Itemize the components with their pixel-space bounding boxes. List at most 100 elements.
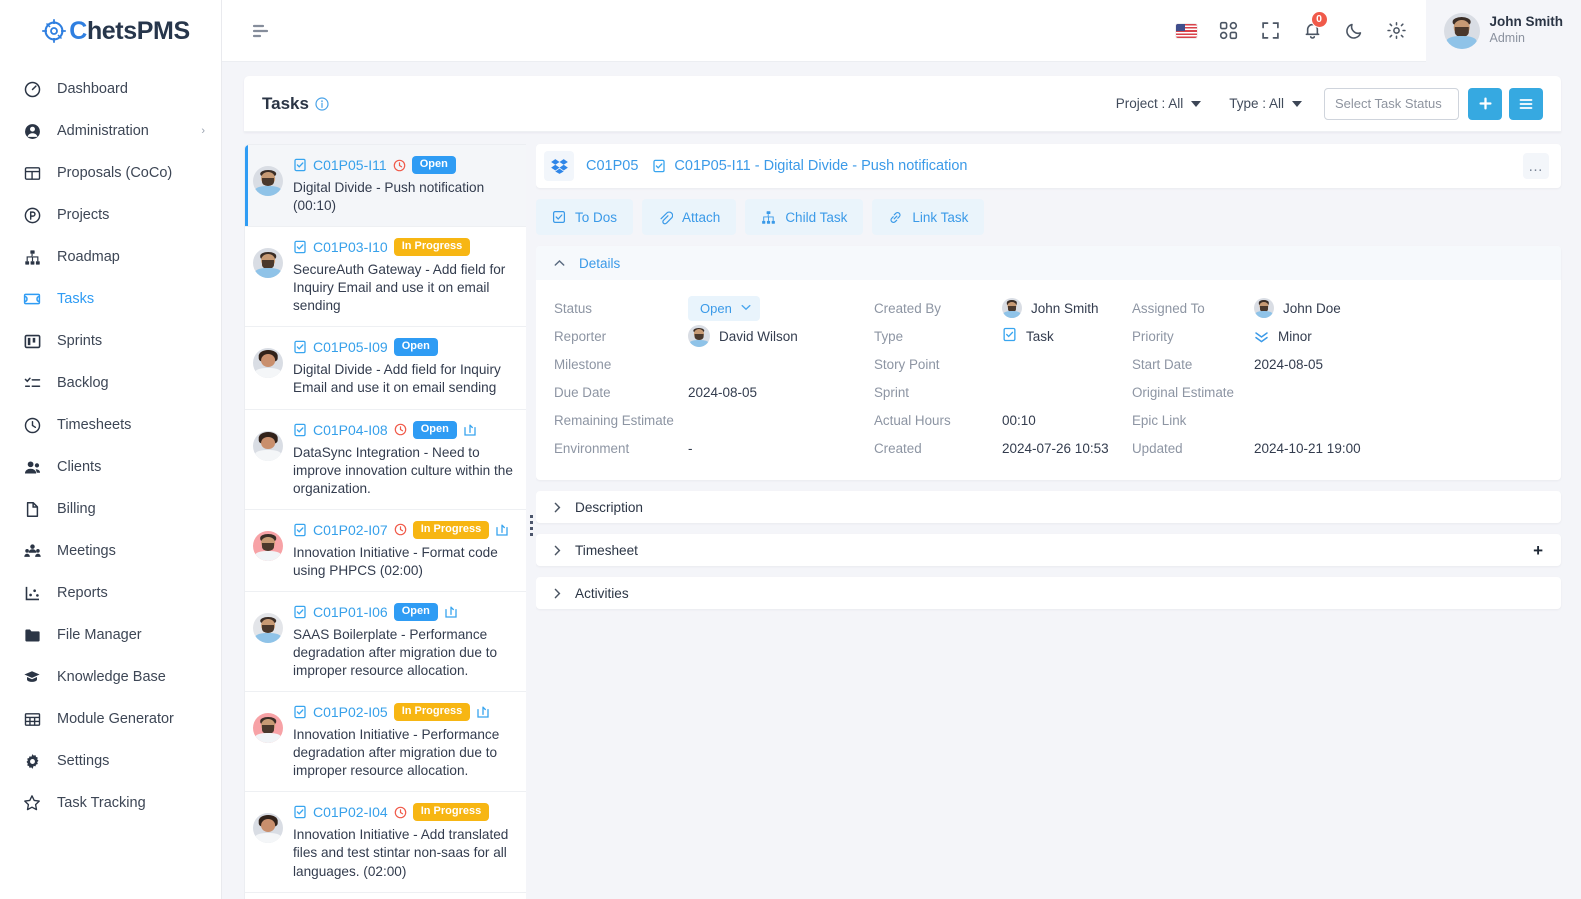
- sidebar-item-clients[interactable]: Clients: [0, 446, 221, 488]
- upload-icon[interactable]: [463, 423, 477, 437]
- sidebar-item-knowledge-base[interactable]: Knowledge Base: [0, 656, 221, 698]
- apps-grid-icon[interactable]: [1208, 9, 1250, 53]
- chevron-down-icon: [1292, 100, 1302, 107]
- sidebar-item-settings[interactable]: Settings: [0, 740, 221, 782]
- task-list-item[interactable]: C01P02-I07 In Progress Innovation Initia…: [245, 510, 526, 592]
- task-detail-title[interactable]: C01P05-I11 - Digital Divide - Push notif…: [674, 158, 967, 174]
- field-label: Sprint: [874, 384, 909, 400]
- add-timesheet-button[interactable]: +: [1533, 542, 1543, 559]
- task-key[interactable]: C01P05-I11: [313, 158, 387, 172]
- priority-minor-icon: [1254, 330, 1269, 343]
- status-dropdown[interactable]: Open: [688, 295, 760, 321]
- tab-child-task[interactable]: Child Task: [745, 199, 864, 235]
- language-selector[interactable]: [1166, 9, 1208, 53]
- task-title: Innovation Initiative - Performance degr…: [293, 727, 500, 779]
- sidebar-item-file-manager[interactable]: File Manager: [0, 614, 221, 656]
- filter-type[interactable]: Type : All: [1215, 87, 1316, 121]
- tab-link-task[interactable]: Link Task: [872, 199, 985, 235]
- fullscreen-icon[interactable]: [1250, 9, 1292, 53]
- upload-icon[interactable]: [444, 605, 458, 619]
- task-list-item[interactable]: C01P02-I04 In Progress Innovation Initia…: [245, 792, 526, 893]
- more-options-button[interactable]: …: [1523, 153, 1549, 179]
- sidebar-item-tasks[interactable]: Tasks: [0, 278, 221, 320]
- task-list-item[interactable]: C01P05-I11 Open Digital Divide - Push no…: [245, 145, 526, 228]
- sidebar-item-module-generator[interactable]: Module Generator: [0, 698, 221, 740]
- task-key[interactable]: C01P02-I07: [313, 523, 388, 537]
- task-list-item[interactable]: C01P03-I10 In Progress SecureAuth Gatewa…: [245, 227, 526, 328]
- notifications-bell[interactable]: 0: [1292, 9, 1334, 53]
- task-key[interactable]: C01P02-I05: [313, 705, 388, 719]
- sidebar-item-label: Dashboard: [57, 81, 128, 97]
- details-section-header[interactable]: Details: [536, 246, 1561, 280]
- sidebar-item-proposals[interactable]: Proposals (CoCo): [0, 152, 221, 194]
- filter-project[interactable]: Project : All: [1102, 87, 1216, 121]
- info-circle-icon[interactable]: [315, 96, 329, 111]
- sidebar-item-timesheets[interactable]: Timesheets: [0, 404, 221, 446]
- user-menu[interactable]: John Smith Admin: [1425, 0, 1581, 62]
- checkbox-icon: [552, 210, 566, 224]
- field-label: Milestone: [554, 356, 612, 372]
- sidebar-item-label: Timesheets: [57, 417, 132, 433]
- task-key[interactable]: C01P04-I08: [313, 423, 388, 437]
- sidebar-item-sprints[interactable]: Sprints: [0, 320, 221, 362]
- avatar: [253, 348, 283, 379]
- sidebar-item-reports[interactable]: Reports: [0, 572, 221, 614]
- list-options-button[interactable]: [1509, 87, 1543, 120]
- page-title-text: Tasks: [262, 93, 309, 113]
- avatar: [1254, 298, 1274, 318]
- graduation-cap-icon: [22, 667, 42, 687]
- type-value: Task: [1026, 328, 1054, 344]
- avatar: [688, 325, 710, 347]
- section-activities[interactable]: Activities: [536, 577, 1561, 609]
- sidebar-item-dashboard[interactable]: Dashboard: [0, 68, 221, 110]
- add-task-button[interactable]: [1468, 87, 1502, 120]
- task-key[interactable]: C01P02-I04: [313, 805, 388, 819]
- tab-to-dos[interactable]: To Dos: [536, 199, 634, 235]
- upload-icon[interactable]: [476, 705, 490, 719]
- sidebar-item-label: Clients: [57, 459, 102, 475]
- panel-resize-handle[interactable]: [526, 144, 536, 899]
- sidebar-item-task-tracking[interactable]: Task Tracking: [0, 782, 221, 824]
- task-status-input[interactable]: [1324, 87, 1459, 120]
- sidebar-item-backlog[interactable]: Backlog: [0, 362, 221, 404]
- dark-mode-toggle[interactable]: [1334, 9, 1376, 53]
- task-key[interactable]: C01P03-I10: [313, 240, 388, 254]
- sidebar-item-meetings[interactable]: Meetings: [0, 530, 221, 572]
- task-list-item[interactable]: C01P02-I05 In Progress Innovation Initia…: [245, 692, 526, 793]
- task-key[interactable]: C01P05-I09: [313, 340, 388, 354]
- menu-collapse-icon[interactable]: [242, 11, 282, 51]
- sidebar-item-projects[interactable]: Projects: [0, 194, 221, 236]
- sidebar-item-label: Administration: [57, 123, 149, 139]
- sidebar-item-label: Task Tracking: [57, 795, 146, 811]
- avatar: [253, 612, 283, 643]
- task-list[interactable]: C01P05-I11 Open Digital Divide - Push no…: [244, 144, 526, 899]
- field-value-created: 2024-07-26 10:53: [1002, 440, 1109, 456]
- section-description[interactable]: Description: [536, 491, 1561, 523]
- brand-logo-area[interactable]: ChetsPMS: [0, 0, 221, 62]
- section-timesheet[interactable]: Timesheet +: [536, 534, 1561, 566]
- task-key[interactable]: C01P01-I06: [313, 605, 388, 619]
- sidebar-item-administration[interactable]: Administration ›: [0, 110, 221, 152]
- board-icon: [22, 331, 42, 351]
- sidebar-item-roadmap[interactable]: Roadmap: [0, 236, 221, 278]
- project-circle-icon: [22, 205, 42, 225]
- upload-icon[interactable]: [495, 523, 509, 537]
- task-list-item[interactable]: C01P01-I06 Open SAAS Boilerplate - Perfo…: [245, 592, 526, 693]
- task-check-icon: [293, 340, 307, 354]
- sidebar-item-label: Tasks: [57, 291, 95, 307]
- project-key[interactable]: C01P05: [586, 158, 638, 174]
- task-list-item[interactable]: C01P04-I08 Open DataSync Integration - N…: [245, 410, 526, 510]
- chart-scatter-icon: [22, 583, 42, 603]
- dropbox-icon: [544, 151, 574, 181]
- drag-dots-icon: [529, 514, 533, 536]
- settings-gear-icon[interactable]: [1376, 9, 1418, 53]
- sitemap-icon: [761, 210, 776, 225]
- chevron-right-icon: [554, 545, 561, 556]
- assigned-to-name: John Doe: [1283, 300, 1341, 316]
- task-list-item[interactable]: C01P04-I03 Open DataSync Integration - A…: [245, 893, 526, 899]
- grid-table-icon: [22, 709, 42, 729]
- tab-attach[interactable]: Attach: [642, 199, 737, 235]
- main-area: 0 John Smith Admin Tasks Project: All T…: [222, 0, 1581, 899]
- task-list-item[interactable]: C01P05-I09 Open Digital Divide - Add fie…: [245, 327, 526, 410]
- sidebar-item-billing[interactable]: Billing: [0, 488, 221, 530]
